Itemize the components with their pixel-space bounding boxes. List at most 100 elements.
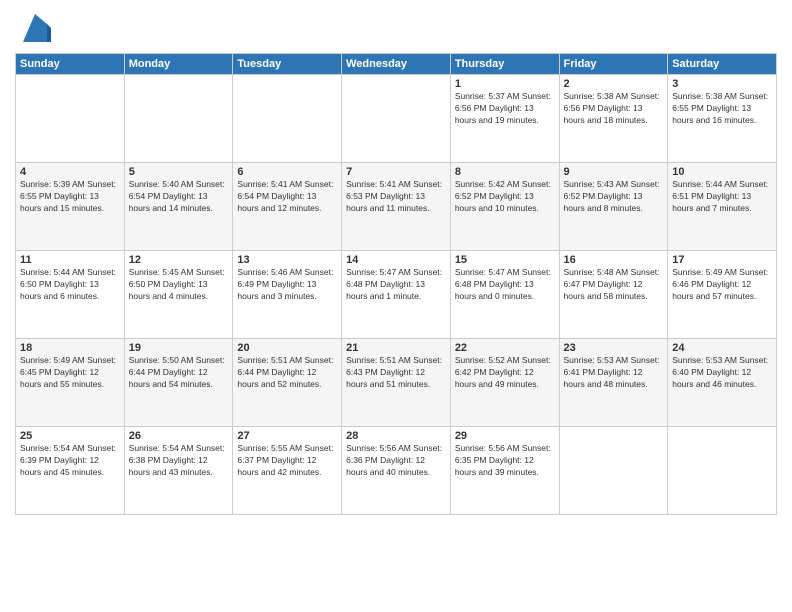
day-number: 18 <box>20 342 120 354</box>
day-info: Sunrise: 5:48 AM Sunset: 6:47 PM Dayligh… <box>564 267 664 303</box>
weekday-header-monday: Monday <box>124 54 233 75</box>
day-number: 26 <box>129 430 229 442</box>
calendar-cell: 10Sunrise: 5:44 AM Sunset: 6:51 PM Dayli… <box>668 163 777 251</box>
day-number: 13 <box>237 254 337 266</box>
logo <box>15 14 51 47</box>
day-info: Sunrise: 5:53 AM Sunset: 6:40 PM Dayligh… <box>672 355 772 391</box>
header <box>15 10 777 47</box>
day-number: 14 <box>346 254 446 266</box>
calendar-cell: 14Sunrise: 5:47 AM Sunset: 6:48 PM Dayli… <box>342 251 451 339</box>
calendar-cell: 23Sunrise: 5:53 AM Sunset: 6:41 PM Dayli… <box>559 339 668 427</box>
day-info: Sunrise: 5:52 AM Sunset: 6:42 PM Dayligh… <box>455 355 555 391</box>
weekday-header-tuesday: Tuesday <box>233 54 342 75</box>
day-info: Sunrise: 5:45 AM Sunset: 6:50 PM Dayligh… <box>129 267 229 303</box>
calendar-cell: 4Sunrise: 5:39 AM Sunset: 6:55 PM Daylig… <box>16 163 125 251</box>
calendar-cell: 5Sunrise: 5:40 AM Sunset: 6:54 PM Daylig… <box>124 163 233 251</box>
day-number: 16 <box>564 254 664 266</box>
calendar-cell: 7Sunrise: 5:41 AM Sunset: 6:53 PM Daylig… <box>342 163 451 251</box>
calendar-cell: 24Sunrise: 5:53 AM Sunset: 6:40 PM Dayli… <box>668 339 777 427</box>
calendar-cell: 13Sunrise: 5:46 AM Sunset: 6:49 PM Dayli… <box>233 251 342 339</box>
day-number: 2 <box>564 78 664 90</box>
day-number: 4 <box>20 166 120 178</box>
week-row-1: 1Sunrise: 5:37 AM Sunset: 6:56 PM Daylig… <box>16 75 777 163</box>
day-info: Sunrise: 5:41 AM Sunset: 6:53 PM Dayligh… <box>346 179 446 215</box>
weekday-header-friday: Friday <box>559 54 668 75</box>
calendar-cell: 19Sunrise: 5:50 AM Sunset: 6:44 PM Dayli… <box>124 339 233 427</box>
calendar-cell <box>16 75 125 163</box>
day-number: 28 <box>346 430 446 442</box>
week-row-5: 25Sunrise: 5:54 AM Sunset: 6:39 PM Dayli… <box>16 427 777 515</box>
day-number: 19 <box>129 342 229 354</box>
day-info: Sunrise: 5:50 AM Sunset: 6:44 PM Dayligh… <box>129 355 229 391</box>
weekday-header-wednesday: Wednesday <box>342 54 451 75</box>
calendar-cell: 11Sunrise: 5:44 AM Sunset: 6:50 PM Dayli… <box>16 251 125 339</box>
day-info: Sunrise: 5:43 AM Sunset: 6:52 PM Dayligh… <box>564 179 664 215</box>
weekday-header-thursday: Thursday <box>450 54 559 75</box>
day-info: Sunrise: 5:47 AM Sunset: 6:48 PM Dayligh… <box>346 267 446 303</box>
day-number: 1 <box>455 78 555 90</box>
calendar-cell: 8Sunrise: 5:42 AM Sunset: 6:52 PM Daylig… <box>450 163 559 251</box>
day-number: 7 <box>346 166 446 178</box>
day-info: Sunrise: 5:49 AM Sunset: 6:45 PM Dayligh… <box>20 355 120 391</box>
calendar-cell: 28Sunrise: 5:56 AM Sunset: 6:36 PM Dayli… <box>342 427 451 515</box>
week-row-2: 4Sunrise: 5:39 AM Sunset: 6:55 PM Daylig… <box>16 163 777 251</box>
day-number: 22 <box>455 342 555 354</box>
calendar-cell: 27Sunrise: 5:55 AM Sunset: 6:37 PM Dayli… <box>233 427 342 515</box>
calendar-cell: 16Sunrise: 5:48 AM Sunset: 6:47 PM Dayli… <box>559 251 668 339</box>
day-info: Sunrise: 5:51 AM Sunset: 6:43 PM Dayligh… <box>346 355 446 391</box>
day-info: Sunrise: 5:42 AM Sunset: 6:52 PM Dayligh… <box>455 179 555 215</box>
calendar-cell: 29Sunrise: 5:56 AM Sunset: 6:35 PM Dayli… <box>450 427 559 515</box>
day-info: Sunrise: 5:38 AM Sunset: 6:56 PM Dayligh… <box>564 91 664 127</box>
calendar-cell: 25Sunrise: 5:54 AM Sunset: 6:39 PM Dayli… <box>16 427 125 515</box>
day-info: Sunrise: 5:46 AM Sunset: 6:49 PM Dayligh… <box>237 267 337 303</box>
day-number: 10 <box>672 166 772 178</box>
day-number: 23 <box>564 342 664 354</box>
week-row-3: 11Sunrise: 5:44 AM Sunset: 6:50 PM Dayli… <box>16 251 777 339</box>
day-number: 24 <box>672 342 772 354</box>
weekday-header-row: SundayMondayTuesdayWednesdayThursdayFrid… <box>16 54 777 75</box>
calendar-cell: 15Sunrise: 5:47 AM Sunset: 6:48 PM Dayli… <box>450 251 559 339</box>
day-number: 20 <box>237 342 337 354</box>
calendar-cell: 22Sunrise: 5:52 AM Sunset: 6:42 PM Dayli… <box>450 339 559 427</box>
calendar-cell: 12Sunrise: 5:45 AM Sunset: 6:50 PM Dayli… <box>124 251 233 339</box>
calendar-cell: 1Sunrise: 5:37 AM Sunset: 6:56 PM Daylig… <box>450 75 559 163</box>
calendar-cell <box>559 427 668 515</box>
day-info: Sunrise: 5:39 AM Sunset: 6:55 PM Dayligh… <box>20 179 120 215</box>
day-number: 27 <box>237 430 337 442</box>
day-info: Sunrise: 5:49 AM Sunset: 6:46 PM Dayligh… <box>672 267 772 303</box>
day-number: 3 <box>672 78 772 90</box>
calendar-cell: 26Sunrise: 5:54 AM Sunset: 6:38 PM Dayli… <box>124 427 233 515</box>
day-number: 17 <box>672 254 772 266</box>
day-number: 21 <box>346 342 446 354</box>
day-number: 8 <box>455 166 555 178</box>
day-info: Sunrise: 5:40 AM Sunset: 6:54 PM Dayligh… <box>129 179 229 215</box>
calendar-cell <box>668 427 777 515</box>
weekday-header-saturday: Saturday <box>668 54 777 75</box>
weekday-header-sunday: Sunday <box>16 54 125 75</box>
day-number: 15 <box>455 254 555 266</box>
day-info: Sunrise: 5:47 AM Sunset: 6:48 PM Dayligh… <box>455 267 555 303</box>
calendar-cell: 21Sunrise: 5:51 AM Sunset: 6:43 PM Dayli… <box>342 339 451 427</box>
day-number: 5 <box>129 166 229 178</box>
day-info: Sunrise: 5:44 AM Sunset: 6:50 PM Dayligh… <box>20 267 120 303</box>
day-info: Sunrise: 5:44 AM Sunset: 6:51 PM Dayligh… <box>672 179 772 215</box>
day-number: 25 <box>20 430 120 442</box>
day-number: 29 <box>455 430 555 442</box>
calendar-cell: 3Sunrise: 5:38 AM Sunset: 6:55 PM Daylig… <box>668 75 777 163</box>
calendar-cell: 20Sunrise: 5:51 AM Sunset: 6:44 PM Dayli… <box>233 339 342 427</box>
day-info: Sunrise: 5:54 AM Sunset: 6:38 PM Dayligh… <box>129 443 229 479</box>
day-number: 11 <box>20 254 120 266</box>
day-info: Sunrise: 5:55 AM Sunset: 6:37 PM Dayligh… <box>237 443 337 479</box>
page: SundayMondayTuesdayWednesdayThursdayFrid… <box>0 0 792 612</box>
day-info: Sunrise: 5:56 AM Sunset: 6:35 PM Dayligh… <box>455 443 555 479</box>
day-number: 6 <box>237 166 337 178</box>
week-row-4: 18Sunrise: 5:49 AM Sunset: 6:45 PM Dayli… <box>16 339 777 427</box>
calendar-cell: 2Sunrise: 5:38 AM Sunset: 6:56 PM Daylig… <box>559 75 668 163</box>
day-info: Sunrise: 5:53 AM Sunset: 6:41 PM Dayligh… <box>564 355 664 391</box>
calendar-cell: 6Sunrise: 5:41 AM Sunset: 6:54 PM Daylig… <box>233 163 342 251</box>
logo-icon <box>19 14 51 47</box>
calendar-cell: 18Sunrise: 5:49 AM Sunset: 6:45 PM Dayli… <box>16 339 125 427</box>
calendar-cell: 17Sunrise: 5:49 AM Sunset: 6:46 PM Dayli… <box>668 251 777 339</box>
day-info: Sunrise: 5:41 AM Sunset: 6:54 PM Dayligh… <box>237 179 337 215</box>
calendar-cell: 9Sunrise: 5:43 AM Sunset: 6:52 PM Daylig… <box>559 163 668 251</box>
